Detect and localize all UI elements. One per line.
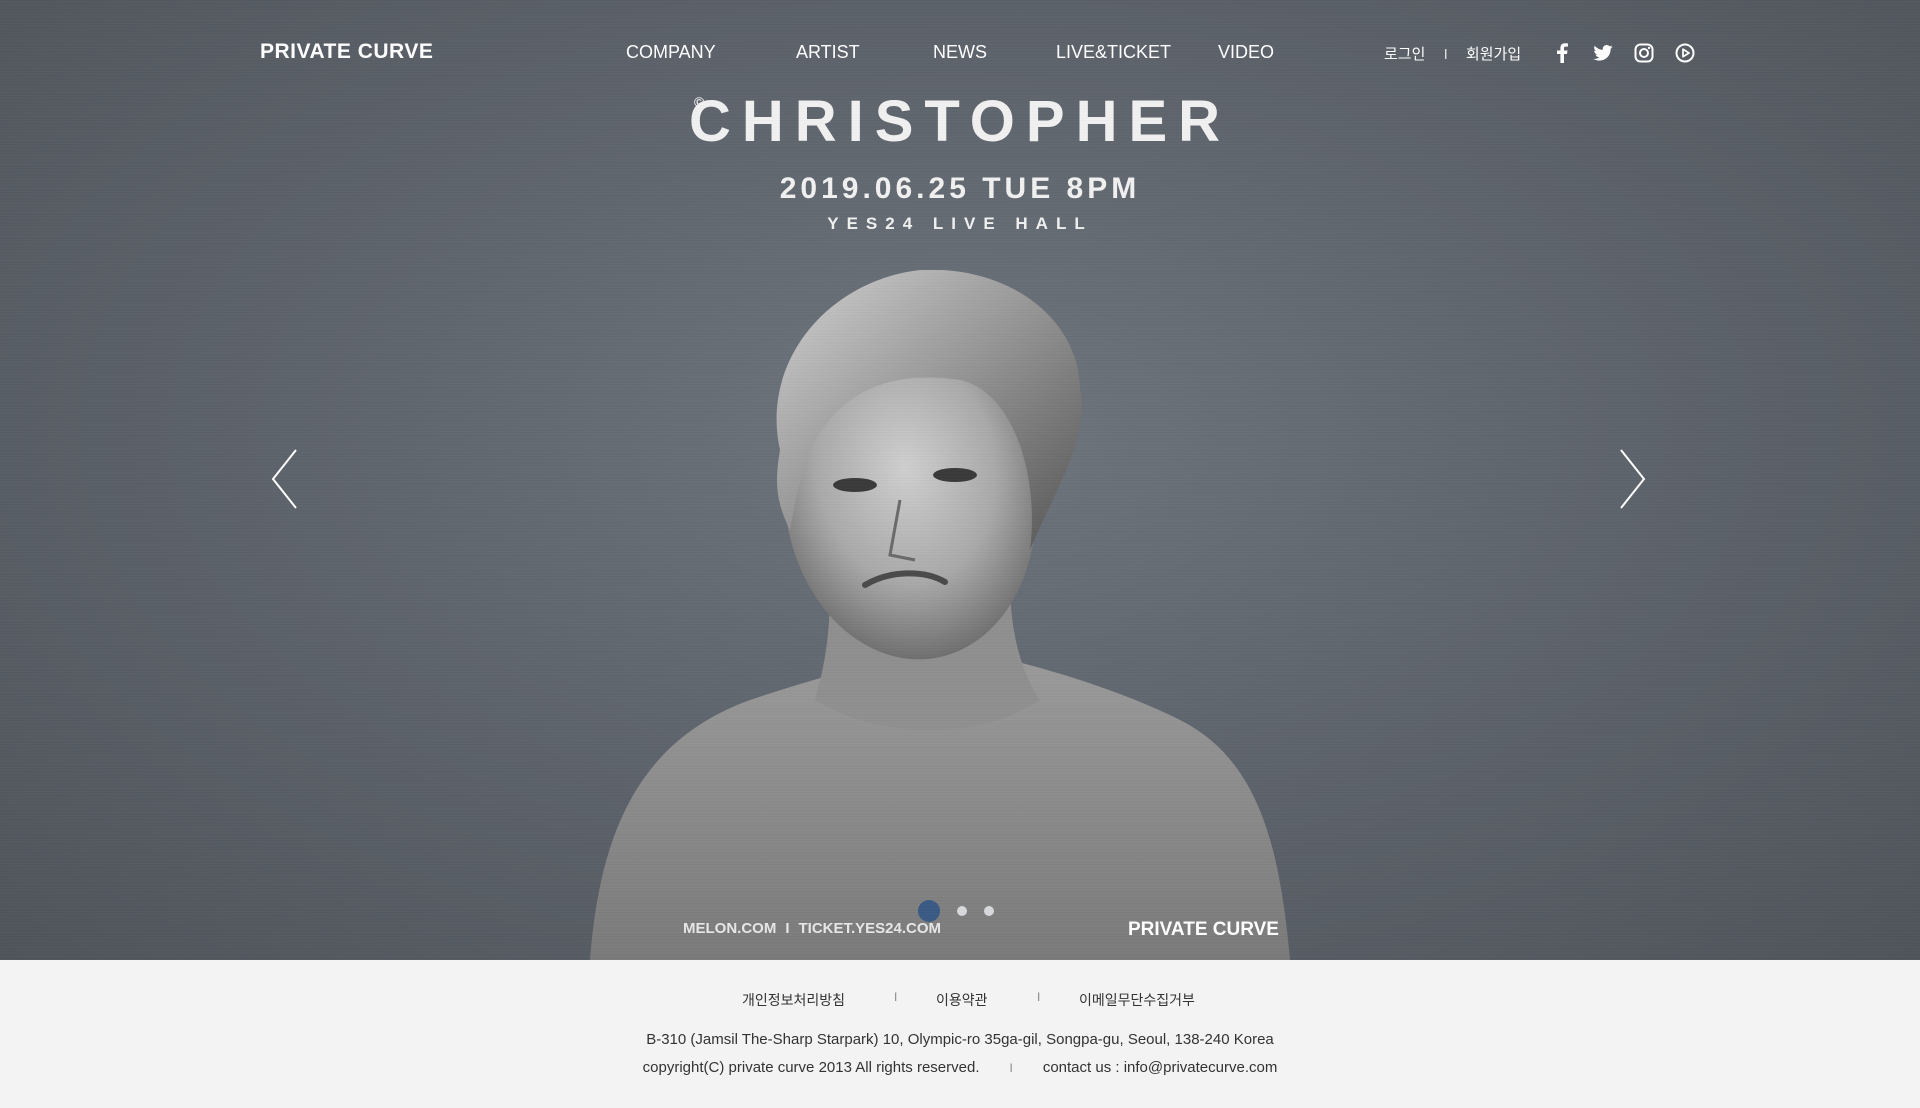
slider-dot-1[interactable] xyxy=(918,900,940,922)
email-refusal-link[interactable]: 이메일무단수집거부 xyxy=(1079,990,1195,1010)
slider-pagination xyxy=(918,900,994,922)
nav-artist[interactable]: ARTIST xyxy=(796,42,860,63)
footer-links: 개인정보처리방침 I 이용약관 I 이메일무단수집거부 xyxy=(0,990,1920,1010)
ticket-site-yes24: TICKET.YES24.COM xyxy=(798,920,942,937)
footer-separator: I xyxy=(1009,1061,1013,1075)
twitter-icon[interactable] xyxy=(1591,41,1614,64)
nav-news[interactable]: NEWS xyxy=(933,42,987,63)
nav-live-ticket[interactable]: LIVE&TICKET xyxy=(1056,42,1171,63)
slider-prev-arrow[interactable] xyxy=(270,448,300,510)
artist-portrait xyxy=(590,270,1290,960)
signup-link[interactable]: 회원가입 xyxy=(1466,43,1521,64)
contact-email[interactable]: contact us : info@privatecurve.com xyxy=(1043,1059,1278,1076)
ticket-sites: MELON.COM I TICKET.YES24.COM xyxy=(683,920,941,937)
company-address: B-310 (Jamsil The-Sharp Starpark) 10, Ol… xyxy=(646,1031,1274,1048)
ticket-site-melon: MELON.COM xyxy=(683,920,777,937)
facebook-icon[interactable] xyxy=(1550,41,1573,64)
instagram-icon[interactable] xyxy=(1632,41,1655,64)
slider-dot-2[interactable] xyxy=(957,906,967,916)
hero-banner: PRIVATE CURVE COMPANY ARTIST NEWS LIVE&T… xyxy=(0,0,1920,960)
concert-date: 2019.06.25 TUE 8PM xyxy=(779,172,1141,205)
privacy-policy-link[interactable]: 개인정보처리방침 xyxy=(742,990,845,1010)
slider-dot-3[interactable] xyxy=(984,906,994,916)
concert-venue: YES24 LIVE HALL xyxy=(827,214,1093,233)
concert-title: © CHRISTOPHER xyxy=(0,88,1920,155)
copyright-text: copyright(C) private curve 2013 All righ… xyxy=(642,1059,980,1076)
youtube-play-icon[interactable] xyxy=(1673,41,1696,64)
artist-name: CHRISTOPHER xyxy=(688,89,1232,154)
auth-separator: I xyxy=(1443,46,1448,63)
nav-company[interactable]: COMPANY xyxy=(626,42,716,63)
footer-separator: I xyxy=(894,990,898,1004)
site-footer: 개인정보처리방침 I 이용약관 I 이메일무단수집거부 B-310 (Jamsi… xyxy=(0,960,1920,1108)
copyright-mark: © xyxy=(694,94,705,110)
terms-link[interactable]: 이용약관 xyxy=(936,990,988,1010)
social-links xyxy=(1550,41,1696,64)
footer-separator: I xyxy=(1037,990,1041,1004)
poster-brand-mark: PRIVATE CURVE xyxy=(1128,919,1279,940)
login-link[interactable]: 로그인 xyxy=(1384,43,1425,64)
ticket-separator: I xyxy=(785,920,790,937)
copyright-line: copyright(C) private curve 2013 All righ… xyxy=(0,1059,1920,1076)
auth-links: 로그인 I 회원가입 xyxy=(1384,43,1521,64)
slider-next-arrow[interactable] xyxy=(1617,448,1647,510)
nav-video[interactable]: VIDEO xyxy=(1218,42,1274,63)
